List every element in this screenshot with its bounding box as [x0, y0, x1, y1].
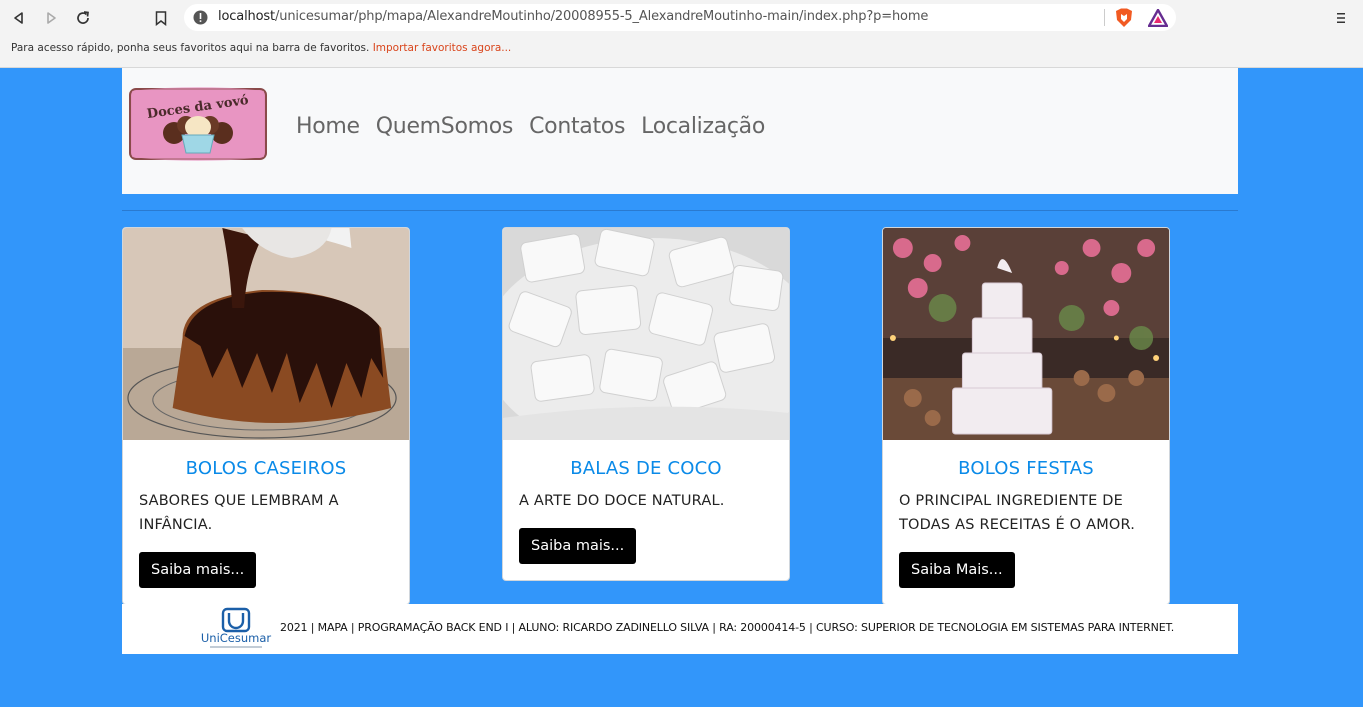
product-card: BOLOS FESTAS O PRINCIPAL INGREDIENTE DE … — [882, 227, 1170, 605]
coconut-candy-image — [503, 228, 789, 440]
product-card: BALAS DE COCO A ARTE DO DOCE NATURAL. Sa… — [502, 227, 790, 581]
bookmarks-bar: Para acesso rápido, ponha seus favoritos… — [0, 36, 1363, 68]
address-divider — [1104, 9, 1105, 26]
back-icon[interactable] — [9, 8, 29, 28]
product-card: BOLOS CASEIROS SABORES QUE LEMBRAM A INF… — [122, 227, 410, 605]
address-bar[interactable]: localhost/unicesumar/php/mapa/AlexandreM… — [184, 4, 1176, 31]
bookmarks-hint: Para acesso rápido, ponha seus favoritos… — [11, 42, 511, 54]
brave-rewards-icon[interactable] — [1147, 8, 1169, 31]
browser-toolbar: localhost/unicesumar/php/mapa/AlexandreM… — [0, 0, 1363, 36]
url-host: localhost — [218, 9, 276, 24]
bookmark-icon[interactable] — [151, 8, 171, 28]
menu-home[interactable]: Home — [296, 114, 360, 139]
menu-icon[interactable] — [1331, 8, 1351, 28]
footer-logo-text: UniCesumar — [201, 631, 272, 645]
site-footer: UniCesumar 2021 | MAPA | PROGRAMAÇÃO BAC… — [122, 604, 1238, 654]
saiba-mais-button[interactable]: Saiba mais... — [519, 528, 637, 564]
card-title: BOLOS FESTAS — [958, 458, 1094, 479]
card-text: A ARTE DO DOCE NATURAL. — [519, 493, 725, 509]
reload-icon[interactable] — [73, 8, 93, 28]
url-path: /unicesumar/php/mapa/AlexandreMoutinho/2… — [275, 9, 929, 24]
menu-localizacao[interactable]: Localização — [641, 114, 765, 139]
saiba-mais-button[interactable]: Saiba Mais... — [899, 552, 1015, 588]
menu-contatos[interactable]: Contatos — [529, 114, 625, 139]
bookmarks-hint-text: Para acesso rápido, ponha seus favoritos… — [11, 42, 370, 54]
card-text: SABORES QUE LEMBRAM A INFÂNCIA. — [139, 493, 339, 533]
wedding-cake-image — [883, 228, 1169, 440]
import-bookmarks-link[interactable]: Importar favoritos agora... — [373, 42, 512, 54]
url-text: localhost/unicesumar/php/mapa/AlexandreM… — [218, 9, 928, 24]
saiba-mais-button[interactable]: Saiba mais... — [139, 552, 257, 588]
card-title: BALAS DE COCO — [570, 458, 722, 479]
brave-shield-icon[interactable] — [1115, 8, 1133, 32]
header-divider — [122, 210, 1238, 211]
main-menu: Home QuemSomos Contatos Localização — [296, 114, 765, 139]
card-title: BOLOS CASEIROS — [185, 458, 347, 479]
footer-text: 2021 | MAPA | PROGRAMAÇÃO BACK END I | A… — [280, 621, 1175, 634]
forward-icon[interactable] — [41, 8, 61, 28]
info-icon[interactable] — [193, 10, 208, 29]
menu-quem-somos[interactable]: QuemSomos — [376, 114, 514, 139]
card-text: O PRINCIPAL INGREDIENTE DE TODAS AS RECE… — [899, 493, 1136, 533]
site-header: Doces da vovó Home QuemSomos Contatos Lo… — [122, 68, 1238, 194]
site-logo[interactable]: Doces da vovó — [128, 87, 268, 161]
unicesumar-logo: UniCesumar — [201, 607, 272, 648]
chocolate-cake-image — [123, 228, 409, 440]
